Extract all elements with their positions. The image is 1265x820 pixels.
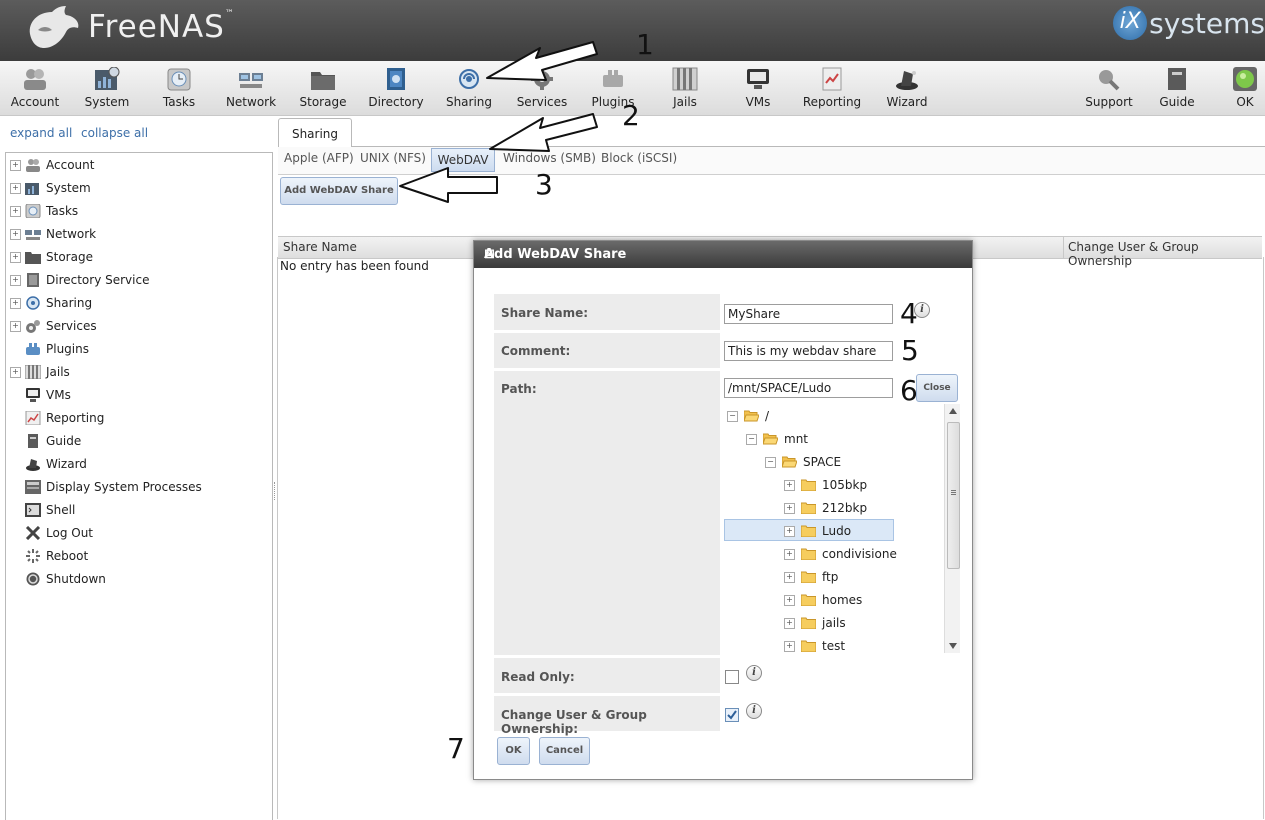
arrow-2 [489,113,598,152]
annotation-number-4: 4 [900,297,918,330]
annotation-number-3: 3 [535,168,553,201]
arrow-1 [486,41,598,81]
annotation-number-5: 5 [901,334,919,367]
annotation-number-2: 2 [622,99,640,132]
arrow-3 [399,167,498,203]
annotation-number-7: 7 [447,732,465,765]
annotation-number-1: 1 [636,28,654,61]
annotation-number-6: 6 [900,374,918,407]
